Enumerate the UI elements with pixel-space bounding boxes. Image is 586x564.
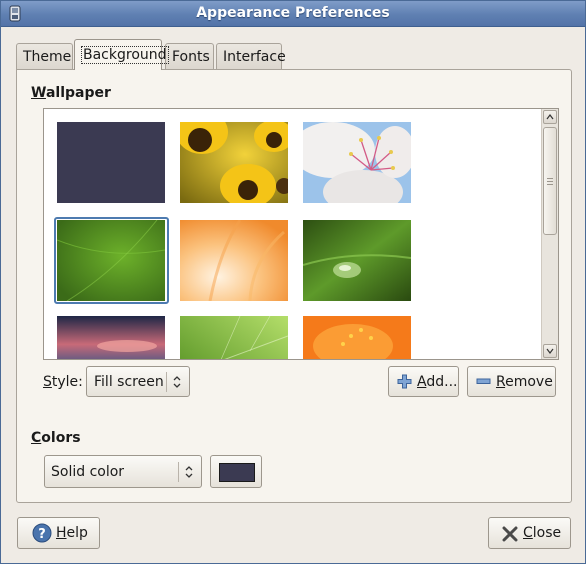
wallpaper-thumbnail-sunflowers[interactable] bbox=[180, 122, 288, 203]
up-down-arrows-icon bbox=[183, 464, 195, 480]
primary-color-button[interactable] bbox=[210, 455, 262, 488]
close-icon bbox=[501, 525, 519, 543]
up-down-arrows-icon bbox=[171, 374, 183, 390]
tab-theme[interactable]: Theme bbox=[16, 43, 73, 69]
tab-fonts[interactable]: Fonts bbox=[165, 43, 214, 69]
close-button[interactable]: Close bbox=[488, 517, 571, 549]
appearance-preferences-window: Appearance Preferences Theme Background … bbox=[0, 0, 586, 564]
svg-text:?: ? bbox=[38, 527, 46, 542]
wallpaper-thumbnail-blossom[interactable] bbox=[303, 122, 411, 203]
colors-heading-text: olors bbox=[41, 430, 81, 446]
title-bar[interactable]: Appearance Preferences bbox=[1, 1, 585, 27]
wallpaper-thumbnail-sunset[interactable] bbox=[57, 316, 165, 359]
wallpaper-heading-mnemonic: W bbox=[31, 85, 46, 101]
style-label: Style: bbox=[43, 374, 83, 390]
wallpaper-thumbnail-water-drop[interactable] bbox=[303, 220, 411, 301]
help-button-label: Help bbox=[56, 525, 88, 541]
help-icon: ? bbox=[32, 523, 52, 543]
tab-background[interactable]: Background bbox=[74, 39, 169, 70]
plus-icon bbox=[397, 374, 412, 389]
tab-label: Fonts bbox=[172, 49, 210, 65]
minus-icon bbox=[476, 376, 491, 387]
color-mode-value: Solid color bbox=[51, 464, 125, 480]
style-combo-box[interactable]: Fill screen bbox=[86, 366, 190, 397]
wallpaper-thumbnail-green-leaf[interactable] bbox=[57, 220, 165, 301]
style-label-text: tyle: bbox=[51, 374, 83, 390]
style-label-mnemonic: S bbox=[43, 374, 52, 390]
wallpaper-heading-text: allpaper bbox=[45, 85, 111, 101]
color-swatch bbox=[219, 463, 255, 482]
tab-label: Theme bbox=[23, 49, 72, 65]
close-button-label: Close bbox=[523, 525, 562, 541]
wallpaper-scrollbar[interactable] bbox=[541, 109, 558, 359]
style-combo-value: Fill screen bbox=[94, 374, 164, 390]
add-wallpaper-button[interactable]: Add... bbox=[388, 366, 459, 397]
colors-heading: Colors bbox=[31, 430, 81, 446]
wallpaper-thumbnail-solid[interactable] bbox=[57, 122, 165, 203]
combo-separator bbox=[178, 462, 179, 482]
remove-wallpaper-button[interactable]: Remove bbox=[467, 366, 556, 397]
window-title: Appearance Preferences bbox=[196, 5, 390, 21]
scroll-up-button[interactable] bbox=[543, 110, 557, 124]
combo-separator bbox=[166, 372, 167, 392]
colors-heading-mnemonic: C bbox=[31, 430, 42, 446]
tab-label: Interface bbox=[223, 49, 286, 65]
help-button[interactable]: ? Help bbox=[17, 517, 100, 549]
wallpaper-thumbnail-orange-lily[interactable] bbox=[180, 220, 288, 301]
wallpaper-grid[interactable] bbox=[43, 108, 559, 360]
tab-interface[interactable]: Interface bbox=[216, 43, 286, 69]
remove-button-label: Remove bbox=[496, 374, 553, 390]
color-mode-combo-box[interactable]: Solid color bbox=[44, 455, 202, 488]
preferences-app-icon bbox=[7, 5, 23, 22]
tab-label: Background bbox=[81, 46, 169, 64]
wallpaper-thumbnail-orange-flower[interactable] bbox=[303, 316, 411, 359]
add-button-label: Add... bbox=[417, 374, 458, 390]
wallpaper-thumbnail-leaf-veins[interactable] bbox=[180, 316, 288, 359]
wallpaper-heading: Wallpaper bbox=[31, 85, 111, 101]
scrollbar-thumb[interactable] bbox=[543, 127, 557, 235]
scroll-down-button[interactable] bbox=[543, 344, 557, 358]
background-tab-panel: Wallpaper Style: Fill screen Add... Remo… bbox=[16, 69, 572, 503]
